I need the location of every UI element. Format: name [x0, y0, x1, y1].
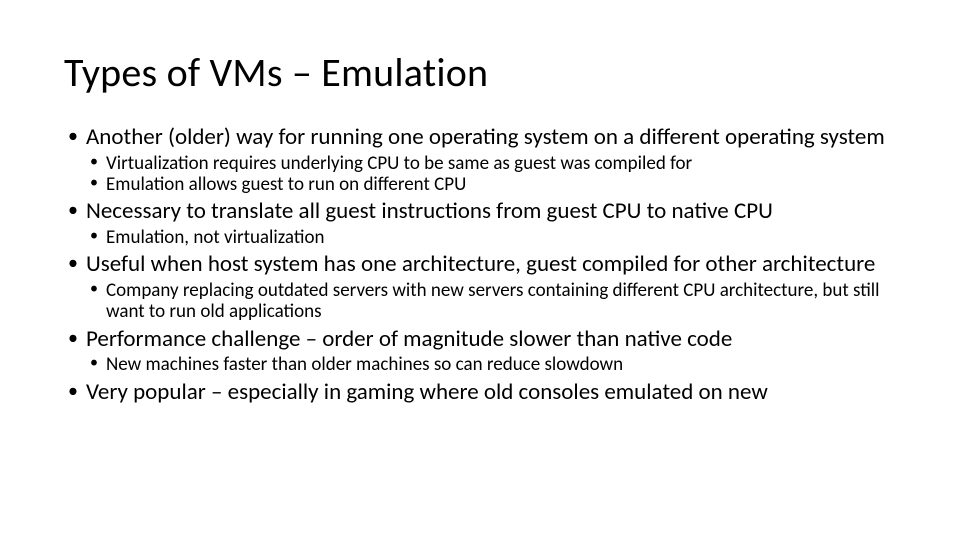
bullet-text: Emulation allows guest to run on differe…	[106, 173, 466, 196]
sub-list: Virtualization requires underlying CPU t…	[86, 153, 896, 196]
list-item: Company replacing outdated servers with …	[86, 280, 896, 323]
list-item: Necessary to translate all guest instruc…	[64, 199, 896, 248]
list-item: Another (older) way for running one oper…	[64, 125, 896, 195]
slide-title: Types of VMs – Emulation	[64, 48, 896, 97]
bullet-text: Useful when host system has one architec…	[86, 250, 875, 278]
list-item: New machines faster than older machines …	[86, 354, 896, 375]
bullet-text: New machines faster than older machines …	[106, 353, 623, 376]
bullet-text: Virtualization requires underlying CPU t…	[106, 152, 692, 175]
bullet-text: Company replacing outdated servers with …	[106, 279, 880, 323]
bullet-list: Another (older) way for running one oper…	[64, 125, 896, 405]
list-item: Virtualization requires underlying CPU t…	[86, 153, 896, 174]
bullet-text: Performance challenge – order of magnitu…	[86, 325, 732, 353]
slide: Types of VMs – Emulation Another (older)…	[0, 0, 960, 540]
list-item: Performance challenge – order of magnitu…	[64, 327, 896, 376]
sub-list: Emulation, not virtualization	[86, 227, 896, 248]
bullet-text: Another (older) way for running one oper…	[86, 123, 885, 151]
bullet-text: Necessary to translate all guest instruc…	[86, 197, 773, 225]
list-item: Useful when host system has one architec…	[64, 252, 896, 322]
sub-list: New machines faster than older machines …	[86, 354, 896, 375]
list-item: Emulation allows guest to run on differe…	[86, 174, 896, 195]
list-item: Emulation, not virtualization	[86, 227, 896, 248]
bullet-text: Very popular – especially in gaming wher…	[86, 378, 768, 406]
list-item: Very popular – especially in gaming wher…	[64, 380, 896, 406]
sub-list: Company replacing outdated servers with …	[86, 280, 896, 323]
bullet-text: Emulation, not virtualization	[106, 226, 324, 249]
